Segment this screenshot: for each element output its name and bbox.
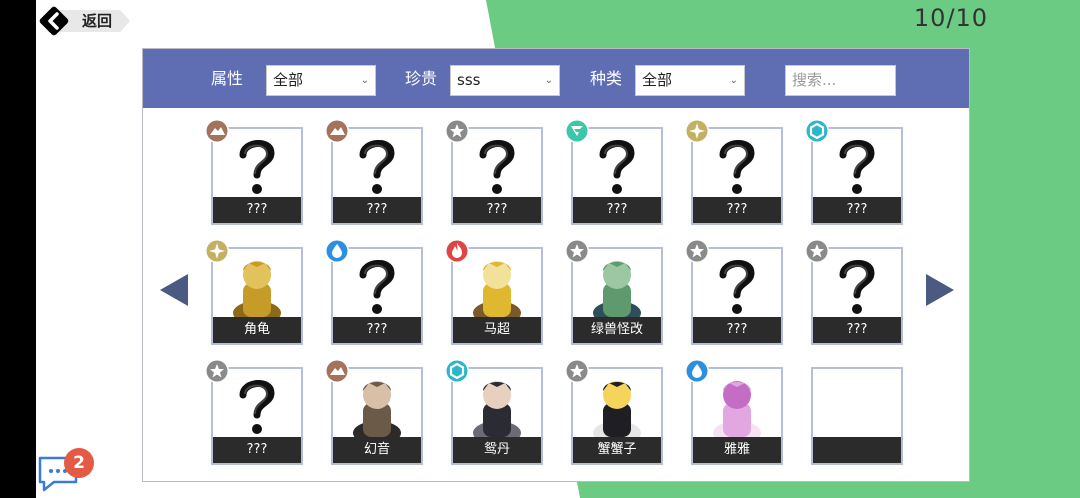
- card-name: 幻音: [333, 437, 421, 463]
- earth-icon: [205, 119, 229, 143]
- card-name: ???: [813, 197, 901, 223]
- type-label: 种类: [590, 69, 623, 88]
- light-icon: [205, 239, 229, 263]
- search-placeholder: 搜索...: [792, 71, 837, 89]
- star-icon: [205, 359, 229, 383]
- light-icon: [685, 119, 709, 143]
- rarity-select-value: sss: [457, 71, 481, 89]
- collection-counter: 10/10: [913, 4, 989, 32]
- attribute-select-value: 全部: [273, 71, 304, 89]
- water-icon: [325, 239, 349, 263]
- attribute-label: 属性: [211, 69, 244, 88]
- earth-icon: [325, 119, 349, 143]
- empty-art: [813, 369, 901, 437]
- star-icon: [445, 119, 469, 143]
- left-edge-strip: [0, 0, 36, 498]
- card-name: 马超: [453, 317, 541, 343]
- back-label: 返回: [82, 12, 113, 30]
- chat-notification-badge: 2: [64, 448, 94, 478]
- chevron-down-icon: ⌄: [360, 75, 369, 86]
- hexagon-icon: [805, 119, 829, 143]
- chevron-down-icon: ⌄: [729, 75, 738, 86]
- empty-card-slot[interactable]: [811, 367, 903, 465]
- card-name: ???: [813, 317, 901, 343]
- rarity-label: 珍贵: [405, 69, 438, 88]
- search-input[interactable]: 搜索...: [785, 65, 896, 96]
- card-name: ???: [333, 317, 421, 343]
- fire-icon: [445, 239, 469, 263]
- card-name: 蟹蟹子: [573, 437, 661, 463]
- card-name: 雅雅: [693, 437, 781, 463]
- back-arrow-icon: [39, 6, 69, 36]
- back-button[interactable]: 返回: [38, 6, 134, 36]
- card-name: ???: [453, 197, 541, 223]
- card-name: 绿兽怪改: [573, 317, 661, 343]
- previous-page-arrow-icon[interactable]: [160, 274, 188, 306]
- water-icon: [685, 359, 709, 383]
- chevron-down-icon: ⌄: [544, 75, 553, 86]
- type-select[interactable]: 全部 ⌄: [635, 65, 745, 96]
- star-icon: [805, 239, 829, 263]
- card-name: 鸳丹: [453, 437, 541, 463]
- wind-icon: [565, 119, 589, 143]
- card-name: ???: [333, 197, 421, 223]
- rarity-select[interactable]: sss ⌄: [450, 65, 560, 96]
- filter-bar: 属性 全部 ⌄ 珍贵 sss ⌄ 种类 全部 ⌄ 搜索...: [143, 49, 969, 108]
- card-name: [813, 437, 901, 463]
- card-name: 角龟: [213, 317, 301, 343]
- earth-icon: [325, 359, 349, 383]
- star-icon: [685, 239, 709, 263]
- star-icon: [565, 239, 589, 263]
- card-name: ???: [693, 317, 781, 343]
- card-name: ???: [693, 197, 781, 223]
- next-page-arrow-icon[interactable]: [926, 274, 954, 306]
- star-icon: [565, 359, 589, 383]
- hexagon-icon: [445, 359, 469, 383]
- attribute-select[interactable]: 全部 ⌄: [266, 65, 376, 96]
- card-name: ???: [213, 197, 301, 223]
- card-name: ???: [573, 197, 661, 223]
- type-select-value: 全部: [642, 71, 673, 89]
- card-name: ???: [213, 437, 301, 463]
